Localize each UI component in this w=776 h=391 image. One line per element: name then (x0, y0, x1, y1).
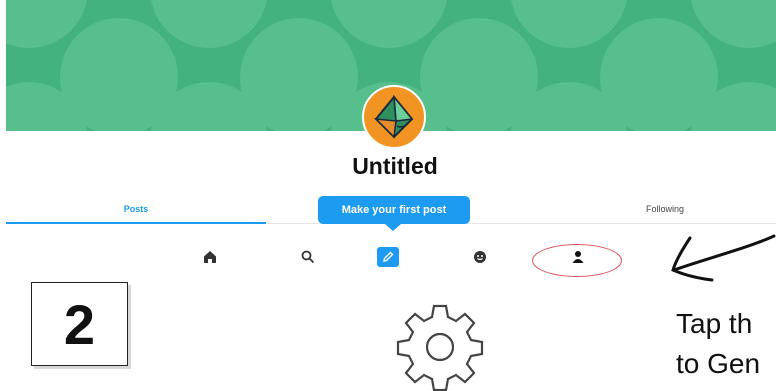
profile-name: Untitled (352, 153, 438, 179)
nav-compose-button[interactable] (373, 240, 403, 274)
banner-pattern-dot (150, 0, 268, 48)
banner-pattern-dot (510, 0, 628, 48)
tab-posts[interactable]: Posts (6, 204, 266, 214)
nav-home-button[interactable] (195, 240, 225, 274)
smiley-icon (474, 251, 486, 263)
avatar[interactable] (362, 85, 426, 149)
tab-following[interactable]: Following (555, 204, 775, 214)
arrow-left-icon (671, 234, 776, 282)
active-tab-underline (6, 222, 266, 224)
pencil-icon (383, 251, 394, 262)
nav-chat-button[interactable] (465, 240, 495, 274)
gear-icon (396, 304, 484, 391)
instruction-line-2: to Gen (676, 348, 761, 379)
banner-pattern-dot (330, 0, 448, 48)
search-icon (301, 250, 315, 264)
tooltip-pointer (385, 224, 401, 231)
instruction-line-1: Tap th (676, 308, 753, 339)
home-icon (204, 251, 216, 263)
first-post-tooltip[interactable]: Make your first post (318, 196, 470, 224)
octahedron-logo-icon (374, 95, 414, 139)
compose-button-bg (377, 247, 399, 267)
step-number-box: 2 (31, 282, 128, 366)
instruction-text: Tap th to Gen (676, 304, 776, 384)
nav-search-button[interactable] (293, 240, 323, 274)
profile-highlight-circle (532, 244, 622, 277)
